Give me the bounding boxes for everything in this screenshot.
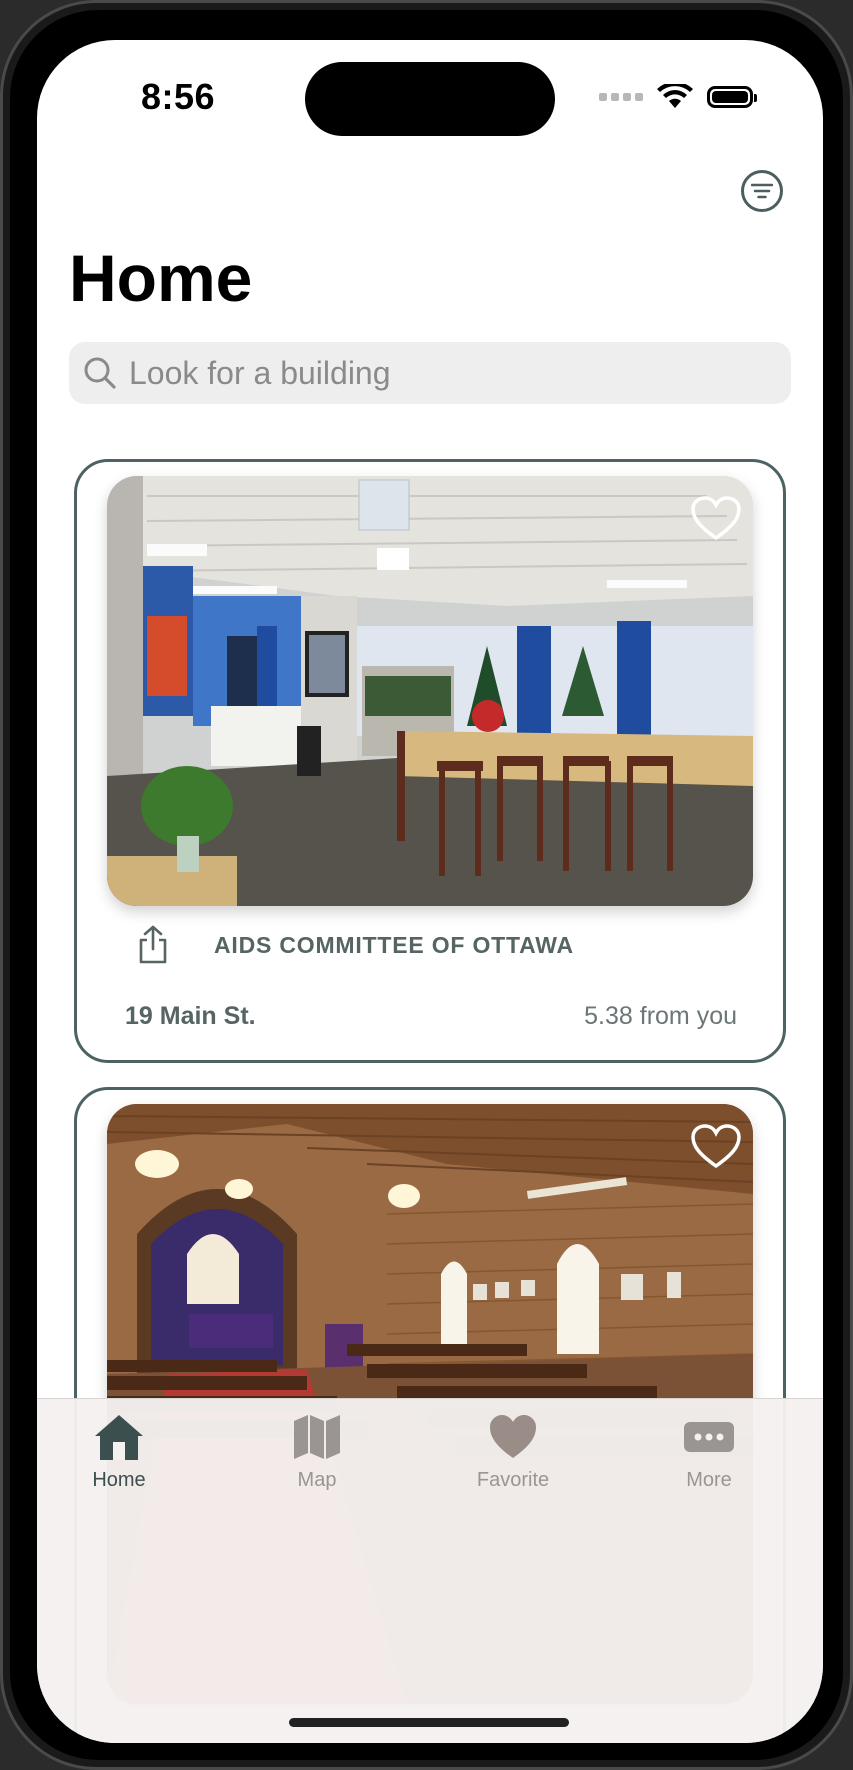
search-input[interactable] [127, 353, 731, 393]
tab-more[interactable]: More [649, 1409, 769, 1492]
heart-icon [490, 1415, 536, 1458]
tab-label: Map [297, 1469, 337, 1491]
building-distance: 5.38 from you [584, 1002, 737, 1030]
share-icon[interactable] [135, 925, 171, 965]
tab-favorite[interactable]: Favorite [453, 1409, 573, 1492]
tab-label: Home [92, 1469, 146, 1491]
map-icon [294, 1415, 340, 1459]
dynamic-island [305, 62, 555, 136]
search-bar[interactable] [69, 342, 791, 404]
community-centre-interior-photo [107, 476, 753, 906]
status-time: 8:56 [141, 76, 216, 117]
tab-label: More [686, 1469, 732, 1491]
search-icon [84, 357, 116, 389]
cellular-signal-icon [599, 93, 643, 101]
home-indicator[interactable] [289, 1718, 569, 1727]
status-icons [599, 82, 757, 112]
wifi-icon [657, 84, 693, 108]
tab-bar: Home Map Favorite More [37, 1398, 823, 1743]
page-title: Home [69, 241, 253, 315]
ellipsis-icon [684, 1422, 734, 1452]
battery-icon [707, 86, 757, 108]
house-icon [95, 1415, 143, 1460]
favorite-heart-icon[interactable] [691, 1124, 741, 1170]
building-name: AIDS COMMITTEE OF OTTAWA [214, 932, 574, 958]
building-address: 19 Main St. [125, 1002, 256, 1030]
filter-lines-icon [751, 183, 773, 199]
tab-home[interactable]: Home [59, 1409, 179, 1492]
tab-map[interactable]: Map [257, 1409, 377, 1492]
building-photo[interactable] [107, 476, 753, 906]
tab-label: Favorite [476, 1469, 550, 1491]
filter-button[interactable] [741, 170, 783, 212]
favorite-heart-icon[interactable] [691, 496, 741, 542]
app-screen: 8:56 Home Look for a building AIDS COMMI… [37, 40, 823, 1743]
building-card[interactable]: AIDS COMMITTEE OF OTTAWA 19 Main St. 5.3… [74, 459, 786, 1063]
